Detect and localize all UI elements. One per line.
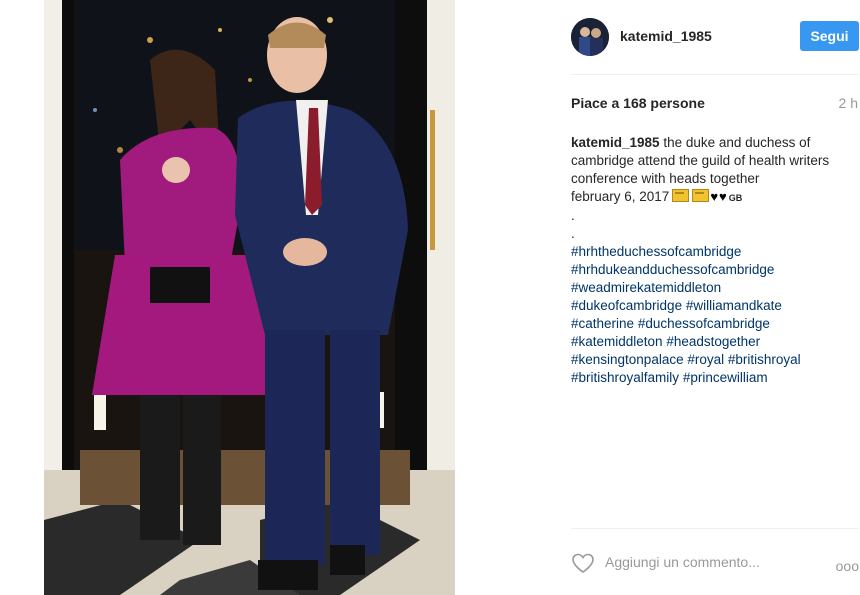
hashtag-link[interactable]: #britishroyalfamily — [571, 370, 679, 385]
hashtag-link[interactable]: #princewilliam — [683, 370, 768, 385]
hashtag-link[interactable]: #hrhtheduchessofcambridge — [571, 244, 741, 259]
post-sidebar: katemid_1985 Segui Piace a 168 persone 2… — [555, 0, 860, 595]
photo-illustration — [0, 0, 455, 595]
hashtag-link[interactable]: #headstogether — [666, 334, 760, 349]
crown-emoji-icon — [672, 189, 690, 202]
hashtag-link[interactable]: #duchessofcambridge — [638, 316, 770, 331]
caption-text: the duke and duchess of — [663, 135, 811, 150]
gb-flag-emoji: GB — [728, 193, 743, 203]
hashtag-link[interactable]: #britishroyal — [728, 352, 801, 367]
follow-button[interactable]: Segui — [800, 21, 859, 51]
hashtag-line: #catherine #duchessofcambridge — [571, 315, 860, 333]
caption-dot: . — [571, 226, 575, 241]
hashtag-line: #britishroyalfamily #princewilliam — [571, 369, 860, 387]
post-header: katemid_1985 Segui — [571, 18, 859, 56]
caption-text: conference with heads together — [571, 171, 760, 186]
hashtag-link[interactable]: #williamandkate — [686, 298, 782, 313]
hashtag-link[interactable]: #royal — [687, 352, 724, 367]
caption-text: cambridge attend the guild of health wri… — [571, 153, 830, 168]
comment-bar: ooo — [571, 551, 859, 575]
post-photo[interactable] — [0, 0, 455, 595]
header-divider — [571, 74, 859, 75]
caption-username[interactable]: katemid_1985 — [571, 135, 660, 150]
hashtag-line: #hrhdukeandduchessofcambridge — [571, 261, 860, 279]
avatar[interactable] — [571, 18, 609, 56]
hashtag-line: #dukeofcambridge #williamandkate — [571, 297, 860, 315]
hashtag-line: #katemiddleton #headstogether — [571, 333, 860, 351]
hashtag-link[interactable]: #hrhdukeandduchessofcambridge — [571, 262, 774, 277]
more-options-icon[interactable]: ooo — [836, 558, 859, 574]
hashtag-line: #weadmirekatemiddleton — [571, 279, 860, 297]
hashtag-link[interactable]: #catherine — [571, 316, 634, 331]
caption-date-line: february 6, 2017 ♥♥ GB — [571, 188, 860, 207]
caption-date: february 6, 2017 — [571, 189, 670, 204]
hashtag-line: #hrhtheduchessofcambridge — [571, 243, 860, 261]
post-username[interactable]: katemid_1985 — [620, 28, 712, 44]
post-timestamp[interactable]: 2 h — [839, 95, 858, 111]
caption-line: katemid_1985 the duke and duchess of — [571, 134, 860, 152]
crown-emoji-icon — [692, 189, 710, 202]
hashtag-link[interactable]: #weadmirekatemiddleton — [571, 280, 721, 295]
comment-input[interactable] — [605, 552, 810, 572]
hashtag-link[interactable]: #katemiddleton — [571, 334, 663, 349]
post-caption: katemid_1985 the duke and duchess of cam… — [571, 134, 860, 387]
footer-divider — [571, 528, 859, 529]
hashtag-line: #kensingtonpalace #royal #britishroyal — [571, 351, 860, 369]
black-heart-emoji-icon: ♥ — [710, 189, 719, 204]
hashtag-link[interactable]: #dukeofcambridge — [571, 298, 682, 313]
likes-count[interactable]: Piace a 168 persone — [571, 95, 705, 111]
avatar-image — [571, 18, 609, 56]
heart-outline-icon[interactable] — [571, 552, 595, 574]
black-heart-emoji-icon: ♥ — [719, 189, 727, 204]
hashtag-link[interactable]: #kensingtonpalace — [571, 352, 684, 367]
caption-dot: . — [571, 208, 575, 223]
